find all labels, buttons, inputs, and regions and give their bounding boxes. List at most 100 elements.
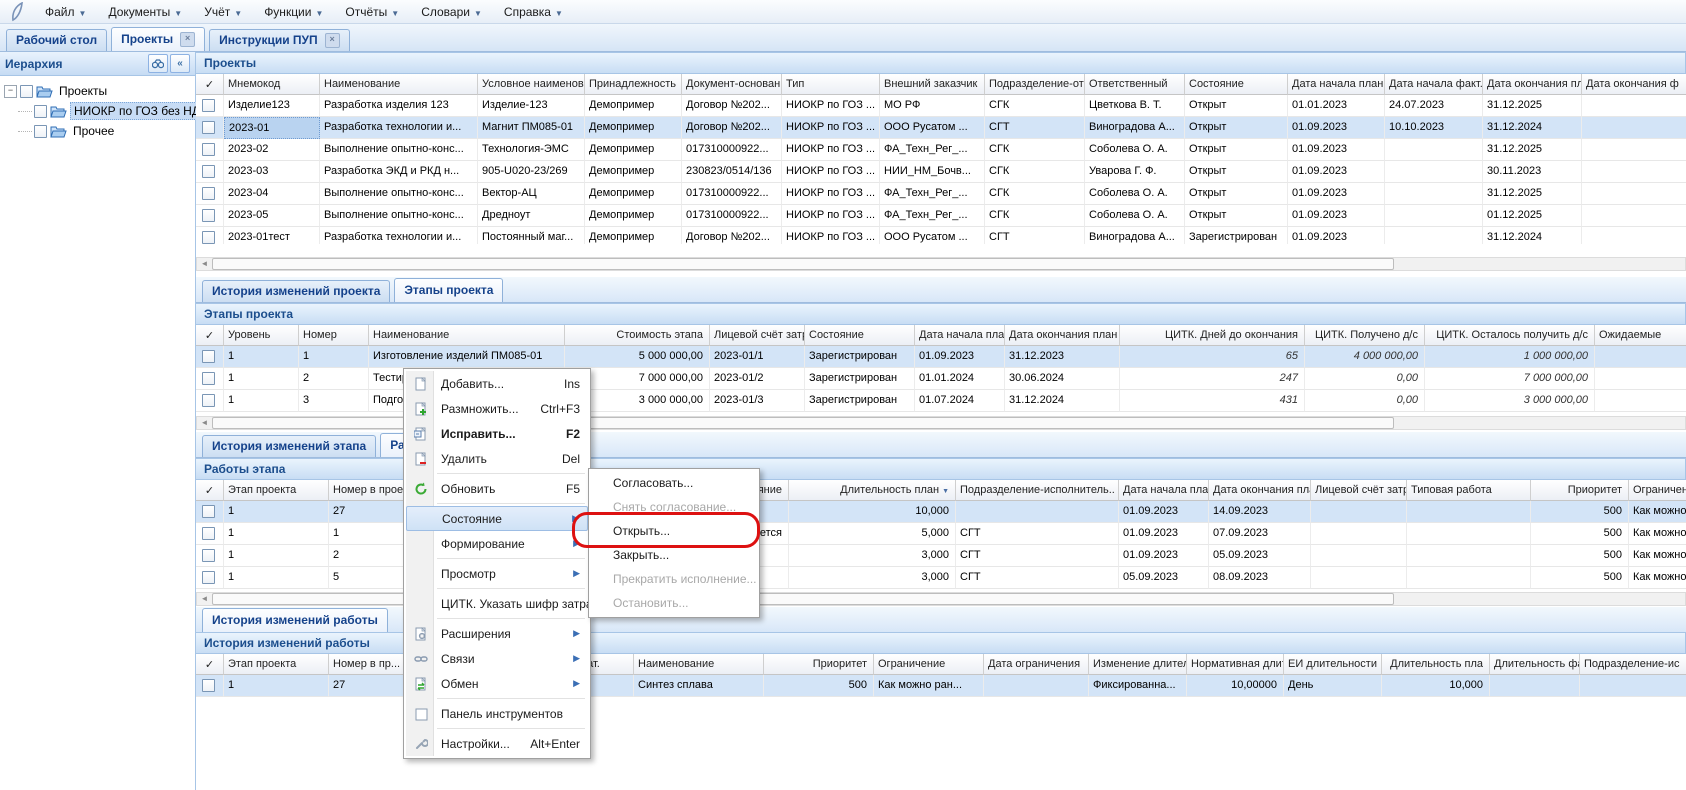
close-tab-icon[interactable]: ×: [180, 32, 195, 47]
column-header-Ограничение[interactable]: Ограничение: [874, 654, 984, 675]
scroll-left-icon[interactable]: ◄: [197, 593, 212, 605]
column-header-Дата начала факт.[interactable]: Дата начала факт.: [1385, 74, 1483, 95]
row-checkbox[interactable]: [202, 549, 215, 562]
table-row[interactable]: 2023-04Выполнение опытно-конс...Вектор-А…: [196, 183, 1686, 205]
column-header-Подразделение-от[interactable]: Подразделение-от: [985, 74, 1085, 95]
tree-node-Прочее[interactable]: Прочее: [4, 121, 195, 141]
tab-История изменений проекта[interactable]: История изменений проекта: [202, 280, 390, 302]
menu-item-Исправить...[interactable]: Исправить...F2: [406, 421, 588, 446]
menu-item-Связи[interactable]: Связи▶: [406, 646, 588, 671]
column-header-Приоритет[interactable]: Приоритет: [764, 654, 874, 675]
search-binoculars-button[interactable]: [148, 54, 168, 73]
menu-Словари[interactable]: Словари▼: [410, 2, 493, 22]
menu-Отчёты[interactable]: Отчёты▼: [334, 2, 410, 22]
column-header-Нормативная длит[interactable]: Нормативная длит: [1187, 654, 1284, 675]
column-header-ЕИ длительности[interactable]: ЕИ длительности: [1284, 654, 1382, 675]
column-header-Лицевой счёт затр[interactable]: Лицевой счёт затр: [1311, 480, 1407, 501]
column-header-Дата ограничения[interactable]: Дата ограничения: [984, 654, 1089, 675]
tab-Этапы проекта[interactable]: Этапы проекта: [394, 278, 503, 302]
column-header-Условное наименова[interactable]: Условное наименова: [478, 74, 585, 95]
projects-hscrollbar[interactable]: ◄: [196, 257, 1686, 271]
row-checkbox[interactable]: [202, 143, 215, 156]
menu-item-Просмотр[interactable]: Просмотр▶: [406, 561, 588, 586]
column-header-Лицевой счёт затрат.[interactable]: Лицевой счёт затрат.: [710, 325, 805, 346]
table-row[interactable]: 11Изготовление изделий ПМ085-015 000 000…: [196, 346, 1686, 368]
tree-checkbox[interactable]: [34, 105, 47, 118]
row-checkbox[interactable]: [202, 394, 215, 407]
check-column-header[interactable]: ✓: [196, 654, 224, 675]
column-header-Ожидаемые[interactable]: Ожидаемые: [1595, 325, 1686, 346]
tree-node-Проекты[interactable]: −Проекты: [4, 81, 195, 101]
column-header-Наименование[interactable]: Наименование: [369, 325, 565, 346]
tab-История изменений работы[interactable]: История изменений работы: [202, 608, 388, 632]
row-checkbox[interactable]: [202, 372, 215, 385]
column-header-Документ-основан[interactable]: Документ-основан: [682, 74, 782, 95]
column-header-Длительность фак[interactable]: Длительность фак: [1490, 654, 1580, 675]
column-header-Этап проекта[interactable]: Этап проекта: [224, 480, 329, 501]
row-checkbox[interactable]: [202, 350, 215, 363]
column-header-Дата начала план[interactable]: Дата начала план: [915, 325, 1005, 346]
column-header-Дата окончания ф[interactable]: Дата окончания ф: [1582, 74, 1686, 95]
column-header-Наименование[interactable]: Наименование: [634, 654, 764, 675]
menu-item-Обмен[interactable]: Обмен▶: [406, 671, 588, 696]
scroll-left-icon[interactable]: ◄: [197, 258, 212, 270]
column-header-Изменение длител[interactable]: Изменение длител: [1089, 654, 1187, 675]
menu-item-Обновить[interactable]: ОбновитьF5: [406, 476, 588, 501]
column-header-Дата начала план.[interactable]: Дата начала план.: [1119, 480, 1209, 501]
column-header-Ограничение[interactable]: Ограничение: [1629, 480, 1686, 501]
row-checkbox[interactable]: [202, 527, 215, 540]
menu-item-ЦИТК. Указать шифр затрат...[interactable]: ЦИТК. Указать шифр затрат...: [406, 591, 588, 616]
row-checkbox[interactable]: [202, 99, 215, 112]
menu-Справка[interactable]: Справка▼: [493, 2, 574, 22]
column-header-Подразделение-исполнитель..[interactable]: Подразделение-исполнитель..: [956, 480, 1119, 501]
column-header-Дата окончания пл[interactable]: Дата окончания пл: [1483, 74, 1582, 95]
menu-item-Состояние[interactable]: Состояние▶: [406, 506, 588, 531]
column-header-ЦИТК. Дней до окончания[interactable]: ЦИТК. Дней до окончания: [1120, 325, 1305, 346]
table-row[interactable]: 2023-03Разработка ЭКД и РКД н...905-U020…: [196, 161, 1686, 183]
column-header-Тип[interactable]: Тип: [782, 74, 880, 95]
column-header-Наименование[interactable]: Наименование: [320, 74, 478, 95]
column-header-Длительность пла[interactable]: Длительность пла: [1382, 654, 1490, 675]
menu-Документы[interactable]: Документы▼: [97, 2, 193, 22]
tab-Рабочий стол[interactable]: Рабочий стол: [6, 29, 107, 51]
column-header-Принадлежность[interactable]: Принадлежность: [585, 74, 682, 95]
table-row[interactable]: 2023-02Выполнение опытно-конс...Технолог…: [196, 139, 1686, 161]
menu-Функции[interactable]: Функции▼: [253, 2, 334, 22]
menu-item-Удалить[interactable]: УдалитьDel: [406, 446, 588, 471]
tree-checkbox[interactable]: [20, 85, 33, 98]
row-checkbox[interactable]: [202, 679, 215, 692]
scroll-left-icon[interactable]: ◄: [197, 417, 212, 429]
collapse-sidebar-button[interactable]: «: [170, 54, 190, 73]
menu-item-Добавить...[interactable]: Добавить...Ins: [406, 371, 588, 396]
close-tab-icon[interactable]: ×: [325, 33, 340, 48]
column-header-Подразделение-ис[interactable]: Подразделение-ис: [1580, 654, 1686, 675]
column-header-Уровень[interactable]: Уровень: [224, 325, 299, 346]
column-header-ЦИТК. Осталось получить д/с[interactable]: ЦИТК. Осталось получить д/с: [1425, 325, 1595, 346]
row-checkbox[interactable]: [202, 209, 215, 222]
menu-item-Формирование[interactable]: Формирование▶: [406, 531, 588, 556]
table-row[interactable]: 2023-01тестРазработка технологии и...Пос…: [196, 227, 1686, 244]
column-header-Дата окончания план[interactable]: Дата окончания план: [1005, 325, 1120, 346]
tab-Инструкции ПУП[interactable]: Инструкции ПУП×: [209, 29, 349, 51]
column-header-Состояние[interactable]: Состояние: [805, 325, 915, 346]
row-checkbox[interactable]: [202, 571, 215, 584]
tab-История изменений этапа[interactable]: История изменений этапа: [202, 435, 376, 457]
column-header-Стоимость этапа[interactable]: Стоимость этапа: [565, 325, 710, 346]
check-column-header[interactable]: ✓: [196, 480, 224, 501]
table-row[interactable]: 2023-01Разработка технологии и...Магнит …: [196, 117, 1686, 139]
column-header-Приоритет[interactable]: Приоритет: [1531, 480, 1629, 501]
column-header-Внешний заказчик[interactable]: Внешний заказчик: [880, 74, 985, 95]
tree-checkbox[interactable]: [34, 125, 47, 138]
check-column-header[interactable]: ✓: [196, 74, 224, 95]
column-header-Дата окончания план[interactable]: Дата окончания план: [1209, 480, 1311, 501]
tree-expander-icon[interactable]: −: [4, 85, 17, 98]
column-header-Ответственный[interactable]: Ответственный: [1085, 74, 1185, 95]
column-header-Мнемокод[interactable]: Мнемокод: [224, 74, 320, 95]
row-checkbox[interactable]: [202, 187, 215, 200]
column-header-Состояние[interactable]: Состояние: [1185, 74, 1288, 95]
menu-item-Панель инструментов[interactable]: Панель инструментов: [406, 701, 588, 726]
table-row[interactable]: 2023-05Выполнение опытно-конс...Дредноут…: [196, 205, 1686, 227]
menu-item-Согласовать...[interactable]: Согласовать...: [591, 471, 757, 495]
row-checkbox[interactable]: [202, 165, 215, 178]
row-checkbox[interactable]: [202, 231, 215, 244]
